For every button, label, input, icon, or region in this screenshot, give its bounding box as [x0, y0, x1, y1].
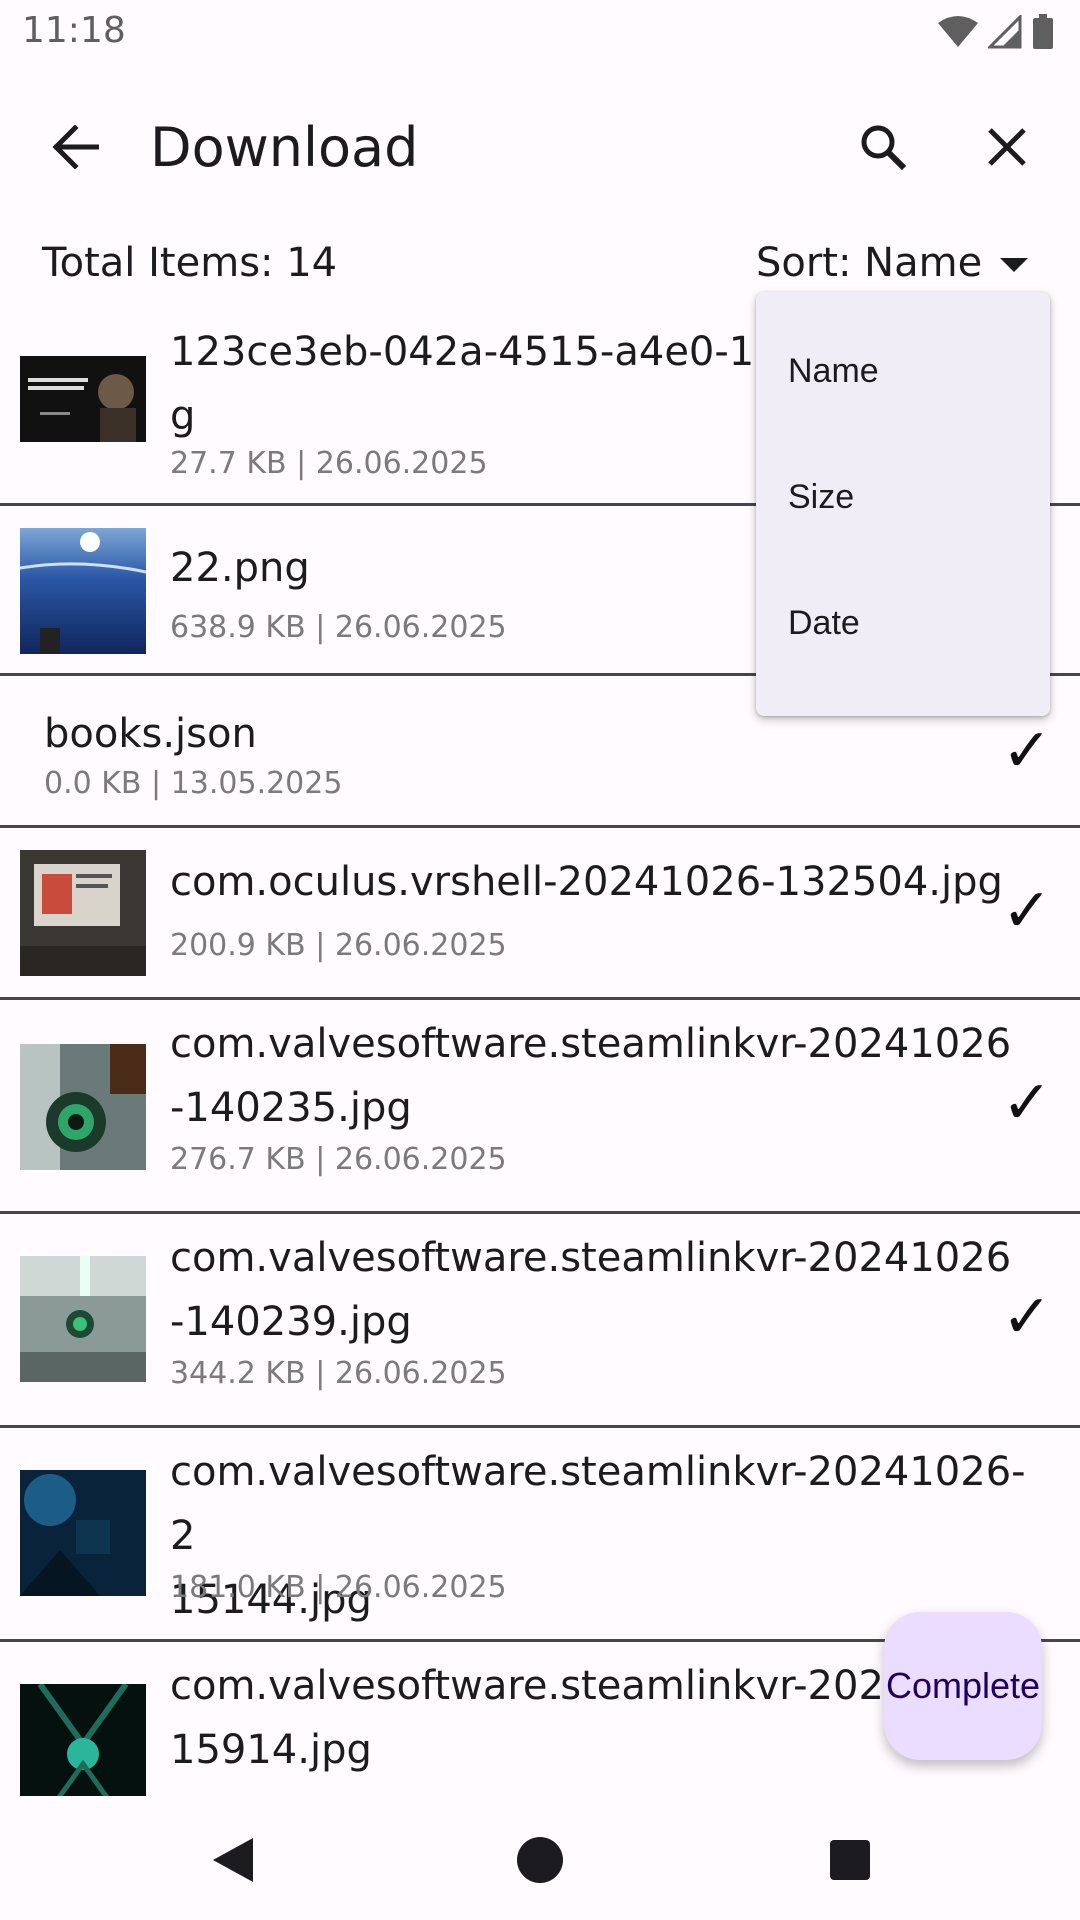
- search-button[interactable]: [850, 114, 916, 180]
- sort-dropdown[interactable]: Sort: Name: [756, 240, 1029, 286]
- nav-home-icon: [517, 1837, 563, 1883]
- sort-option-name[interactable]: Name: [788, 352, 879, 391]
- top-app-bar: Download: [0, 64, 1080, 234]
- sort-menu: Name Size Date: [756, 292, 1050, 716]
- close-icon: [988, 128, 1026, 166]
- status-time: 11:18: [22, 10, 126, 51]
- checkmark-icon: ✓: [1001, 716, 1052, 786]
- arrow-back-icon: [52, 125, 99, 169]
- checkmark-icon: ✓: [1001, 1282, 1052, 1352]
- wifi-icon: [938, 16, 978, 47]
- status-bar: 11:18: [0, 0, 1080, 64]
- nav-recents-icon: [830, 1840, 870, 1880]
- list-item[interactable]: com.valvesoftware.steamlinkvr-20241026 -1…: [0, 1000, 1080, 1214]
- dropdown-arrow-icon: [1000, 258, 1029, 272]
- complete-button-label: Complete: [885, 1665, 1041, 1706]
- checkmark-icon: ✓: [1001, 876, 1052, 946]
- file-thumbnail: [20, 1256, 146, 1382]
- total-items-label: Total Items: 14: [42, 240, 338, 286]
- file-meta: 200.9 KB | 26.06.2025: [170, 928, 507, 963]
- file-meta: 276.7 KB | 26.06.2025: [170, 1142, 507, 1177]
- file-meta: 181.0 KB | 26.06.2025: [170, 1570, 507, 1605]
- file-thumbnail: [20, 1044, 146, 1170]
- close-button[interactable]: [974, 114, 1040, 180]
- page-title: Download: [150, 116, 419, 179]
- signal-icon: [988, 15, 1022, 49]
- file-meta: 638.9 KB | 26.06.2025: [170, 610, 507, 645]
- search-icon: [861, 125, 907, 171]
- nav-back-button[interactable]: [204, 1832, 260, 1888]
- back-button[interactable]: [42, 114, 108, 180]
- file-name: com.valvesoftware.steamlinkvr-20241026 -1…: [170, 1235, 1012, 1345]
- battery-icon: [1033, 14, 1053, 49]
- list-item[interactable]: com.valvesoftware.steamlinkvr-20241026 -1…: [0, 1214, 1080, 1428]
- file-thumbnail: [20, 1470, 146, 1596]
- list-item[interactable]: com.oculus.vrshell-20241026-132504.jpg 2…: [0, 828, 1080, 1000]
- file-name: com.valvesoftware.steamlinkvr-20241026 -1…: [170, 1021, 1012, 1131]
- checkmark-icon: ✓: [1001, 1068, 1052, 1138]
- file-meta: 0.0 KB | 13.05.2025: [44, 766, 343, 801]
- sort-label: Sort: Name: [756, 240, 983, 286]
- file-meta: 344.2 KB | 26.06.2025: [170, 1356, 507, 1391]
- status-icons: [938, 14, 1054, 50]
- sort-option-date[interactable]: Date: [788, 604, 860, 643]
- file-name: com.oculus.vrshell-20241026-132504.jpg: [170, 859, 1003, 905]
- file-thumbnail: [20, 1684, 146, 1796]
- file-thumbnail: [20, 528, 146, 654]
- nav-back-icon: [213, 1838, 253, 1882]
- nav-recents-button[interactable]: [822, 1832, 878, 1888]
- nav-home-button[interactable]: [512, 1832, 568, 1888]
- file-thumbnail: [20, 850, 146, 976]
- list-item[interactable]: com.valvesoftware.steamlinkvr-20241026-2…: [0, 1428, 1080, 1642]
- file-meta: 27.7 KB | 26.06.2025: [170, 446, 488, 481]
- sort-option-size[interactable]: Size: [788, 478, 854, 517]
- complete-button[interactable]: Complete: [884, 1612, 1042, 1760]
- system-nav-bar: [0, 1796, 1080, 1920]
- file-thumbnail: [20, 356, 146, 442]
